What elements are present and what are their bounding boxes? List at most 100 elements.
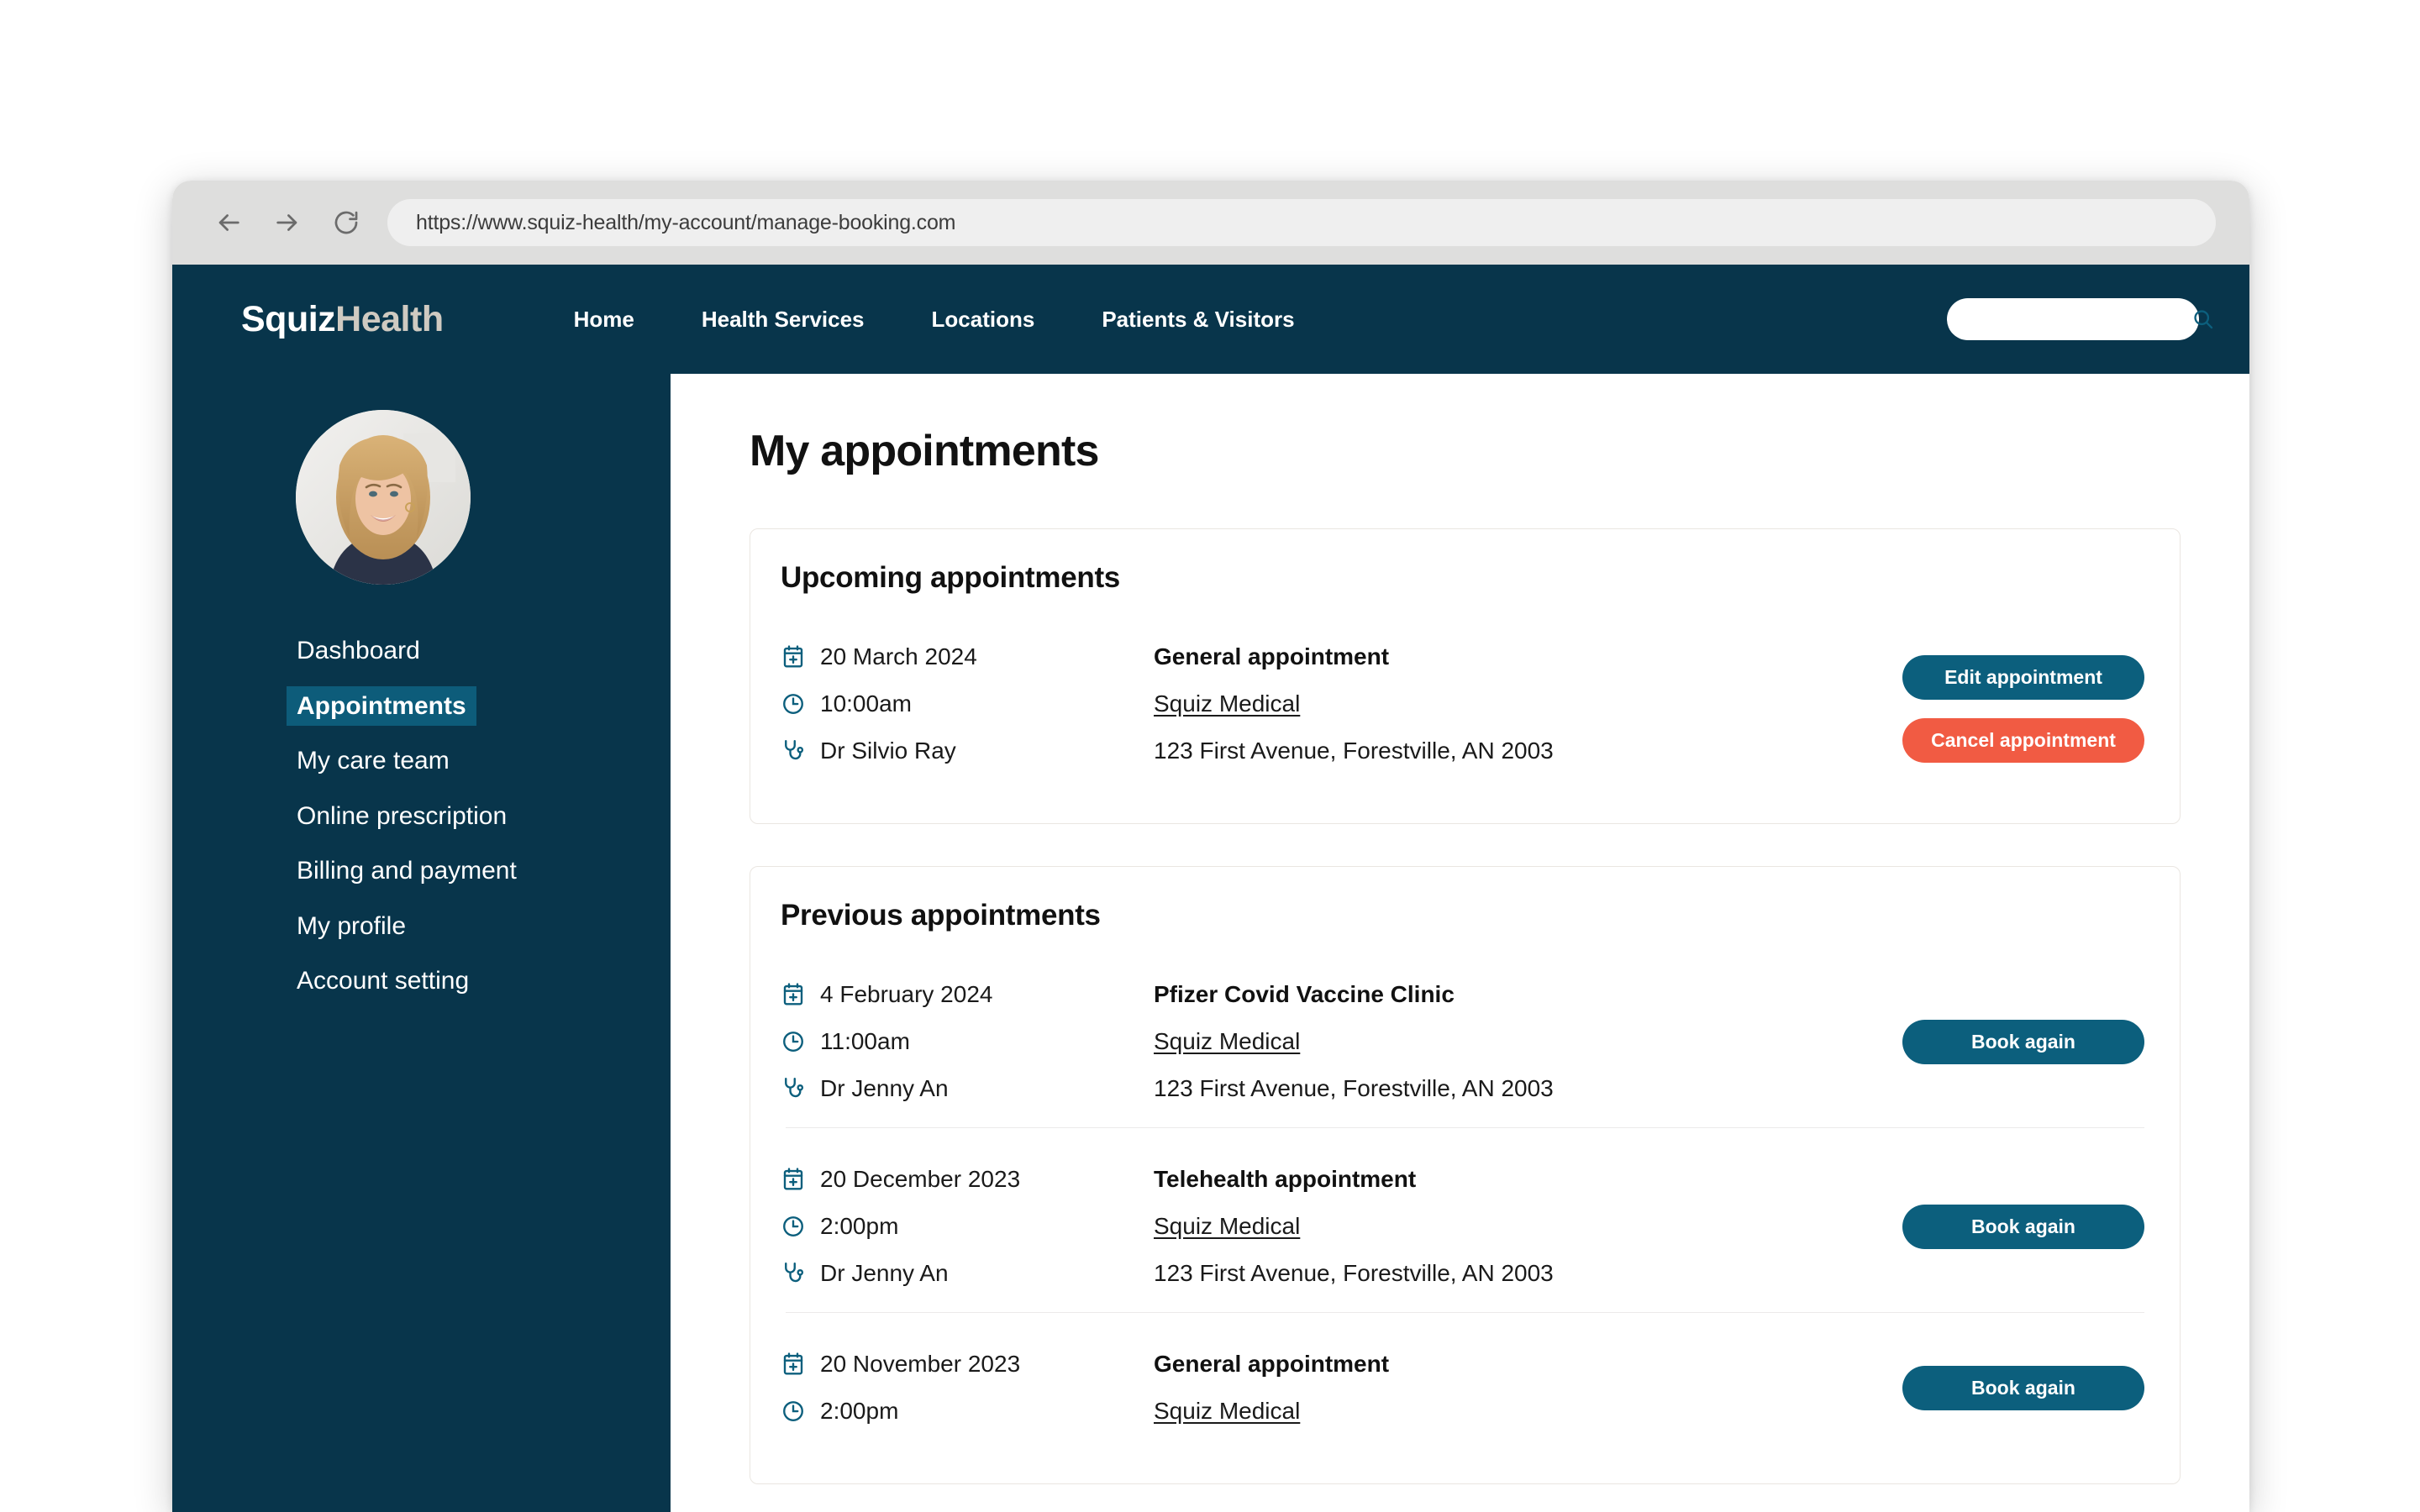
book-again-button[interactable]: Book again: [1902, 1019, 2144, 1064]
appointment-time: 11:00am: [781, 1028, 1142, 1055]
clock-icon: [781, 691, 806, 717]
site-header: SquizHealth Home Health Services Locatio…: [172, 265, 2249, 374]
nav-item-health-services[interactable]: Health Services: [702, 307, 865, 333]
appointment-doctor-text: Dr Jenny An: [820, 1075, 949, 1101]
sidebar-item-dashboard[interactable]: Dashboard: [297, 631, 420, 671]
appointment-date-text: 20 November 2023: [820, 1351, 1021, 1377]
appointment-doctor: Dr Jenny An: [781, 1260, 1142, 1287]
screenshot-stage: https://www.squiz-health/my-account/mana…: [0, 0, 2420, 1512]
clock-icon: [781, 1399, 806, 1424]
edit-appointment-button[interactable]: Edit appointment: [1902, 655, 2144, 700]
sidebar-nav: Dashboard Appointments My care team Onli…: [172, 631, 671, 1016]
account-sidebar: Dashboard Appointments My care team Onli…: [172, 374, 671, 1512]
appointment-type: General appointment: [1154, 643, 1390, 669]
book-again-button[interactable]: Book again: [1902, 1204, 2144, 1249]
sidebar-item-appointments[interactable]: Appointments: [287, 685, 476, 726]
stethoscope-icon: [781, 738, 806, 764]
site-body: Dashboard Appointments My care team Onli…: [172, 374, 2249, 1512]
appointment-time-text: 2:00pm: [820, 1398, 899, 1424]
appointment-time-text: 10:00am: [820, 690, 912, 717]
nav-item-home[interactable]: Home: [574, 307, 634, 333]
appointment-actions: Book again: [1897, 1365, 2149, 1410]
upcoming-appointments-card: Upcoming appointments 20 March 2024 10:0…: [750, 528, 2181, 824]
calendar-plus-icon: [781, 1167, 806, 1192]
logo-primary-text: Squiz: [241, 298, 336, 339]
search-icon[interactable]: [2191, 307, 2215, 331]
url-text: https://www.squiz-health/my-account/mana…: [416, 210, 956, 234]
appointment-address: 123 First Avenue, Forestville, AN 2003: [1154, 738, 1554, 764]
appointment-date-text: 20 December 2023: [820, 1166, 1021, 1192]
appointment-date-text: 4 February 2024: [820, 981, 993, 1007]
clock-icon: [781, 1214, 806, 1239]
calendar-plus-icon: [781, 1352, 806, 1377]
calendar-plus-icon: [781, 644, 806, 669]
appointment-provider-link[interactable]: Squiz Medical: [1154, 1028, 1300, 1055]
previous-appointments-card: Previous appointments 4 February 2024 11…: [750, 866, 2181, 1484]
url-bar[interactable]: https://www.squiz-health/my-account/mana…: [387, 199, 2216, 246]
arrow-right-icon[interactable]: [273, 208, 302, 237]
appointment-doctor-text: Dr Jenny An: [820, 1260, 949, 1286]
logo-secondary-text: Health: [335, 298, 444, 339]
sidebar-item-online-prescription[interactable]: Online prescription: [297, 796, 507, 837]
appointment-detail: Pfizer Covid Vaccine Clinic Squiz Medica…: [1142, 981, 1897, 1102]
appointment-type: Telehealth appointment: [1154, 1166, 1417, 1192]
appointment-time: 2:00pm: [781, 1398, 1142, 1425]
browser-window: https://www.squiz-health/my-account/mana…: [172, 181, 2249, 1512]
upcoming-section-title: Upcoming appointments: [781, 561, 1120, 594]
search-input[interactable]: [1965, 308, 2191, 330]
appointment-row: 20 March 2024 10:00am Dr Silvio Ray Gene…: [781, 637, 2149, 790]
sidebar-item-billing-and-payment[interactable]: Billing and payment: [297, 851, 517, 891]
sidebar-item-my-profile[interactable]: My profile: [297, 906, 406, 947]
nav-item-locations[interactable]: Locations: [932, 307, 1035, 333]
appointment-address: 123 First Avenue, Forestville, AN 2003: [1154, 1075, 1554, 1101]
main-content: My appointments Upcoming appointments 20…: [671, 374, 2249, 1512]
appointment-time-text: 11:00am: [820, 1028, 910, 1054]
nav-item-patients-visitors[interactable]: Patients & Visitors: [1102, 307, 1294, 333]
appointment-meta: 20 November 2023 2:00pm: [781, 1351, 1142, 1425]
appointment-date: 20 December 2023: [781, 1166, 1142, 1193]
appointment-provider-link[interactable]: Squiz Medical: [1154, 1213, 1300, 1240]
appointment-row: 4 February 2024 11:00am Dr Jenny An Pfiz…: [781, 974, 2149, 1127]
site-logo[interactable]: SquizHealth: [241, 299, 444, 340]
appointment-meta: 4 February 2024 11:00am Dr Jenny An: [781, 981, 1142, 1102]
calendar-plus-icon: [781, 982, 806, 1007]
stethoscope-icon: [781, 1261, 806, 1286]
cancel-appointment-button[interactable]: Cancel appointment: [1902, 718, 2144, 763]
sidebar-item-my-care-team[interactable]: My care team: [297, 741, 450, 781]
appointment-actions: Edit appointment Cancel appointment: [1897, 643, 2149, 763]
appointment-actions: Book again: [1897, 1204, 2149, 1249]
arrow-left-icon[interactable]: [214, 208, 243, 237]
avatar: [296, 410, 471, 585]
site-search[interactable]: [1947, 298, 2213, 340]
previous-section-title: Previous appointments: [781, 899, 1101, 932]
appointment-row: 20 November 2023 2:00pm General appointm…: [781, 1312, 2149, 1450]
appointment-time-text: 2:00pm: [820, 1213, 899, 1239]
appointment-address: 123 First Avenue, Forestville, AN 2003: [1154, 1260, 1554, 1286]
appointment-actions: Book again: [1897, 1019, 2149, 1064]
appointment-time: 10:00am: [781, 690, 1142, 717]
appointment-provider-link[interactable]: Squiz Medical: [1154, 1398, 1300, 1425]
clock-icon: [781, 1029, 806, 1054]
appointment-meta: 20 March 2024 10:00am Dr Silvio Ray: [781, 643, 1142, 764]
appointment-doctor: Dr Jenny An: [781, 1075, 1142, 1102]
appointment-provider-link[interactable]: Squiz Medical: [1154, 690, 1300, 717]
appointment-detail: General appointment Squiz Medical 123 Fi…: [1142, 643, 1897, 764]
appointment-date: 20 November 2023: [781, 1351, 1142, 1378]
browser-nav-buttons: [214, 208, 360, 237]
appointment-doctor-text: Dr Silvio Ray: [820, 738, 956, 764]
reload-icon[interactable]: [332, 208, 360, 237]
stethoscope-icon: [781, 1076, 806, 1101]
page-title: My appointments: [750, 427, 1099, 475]
browser-toolbar: https://www.squiz-health/my-account/mana…: [172, 181, 2249, 265]
appointment-detail: General appointment Squiz Medical: [1142, 1351, 1897, 1425]
appointment-doctor: Dr Silvio Ray: [781, 738, 1142, 764]
appointment-detail: Telehealth appointment Squiz Medical 123…: [1142, 1166, 1897, 1287]
book-again-button[interactable]: Book again: [1902, 1365, 2144, 1410]
main-navigation: Home Health Services Locations Patients …: [574, 307, 1295, 333]
appointment-time: 2:00pm: [781, 1213, 1142, 1240]
appointment-type: General appointment: [1154, 1351, 1390, 1377]
appointment-row: 20 December 2023 2:00pm Dr Jenny An Tele…: [781, 1127, 2149, 1312]
website-viewport: SquizHealth Home Health Services Locatio…: [172, 265, 2249, 1512]
sidebar-item-account-setting[interactable]: Account setting: [297, 961, 469, 1001]
appointment-date: 4 February 2024: [781, 981, 1142, 1008]
